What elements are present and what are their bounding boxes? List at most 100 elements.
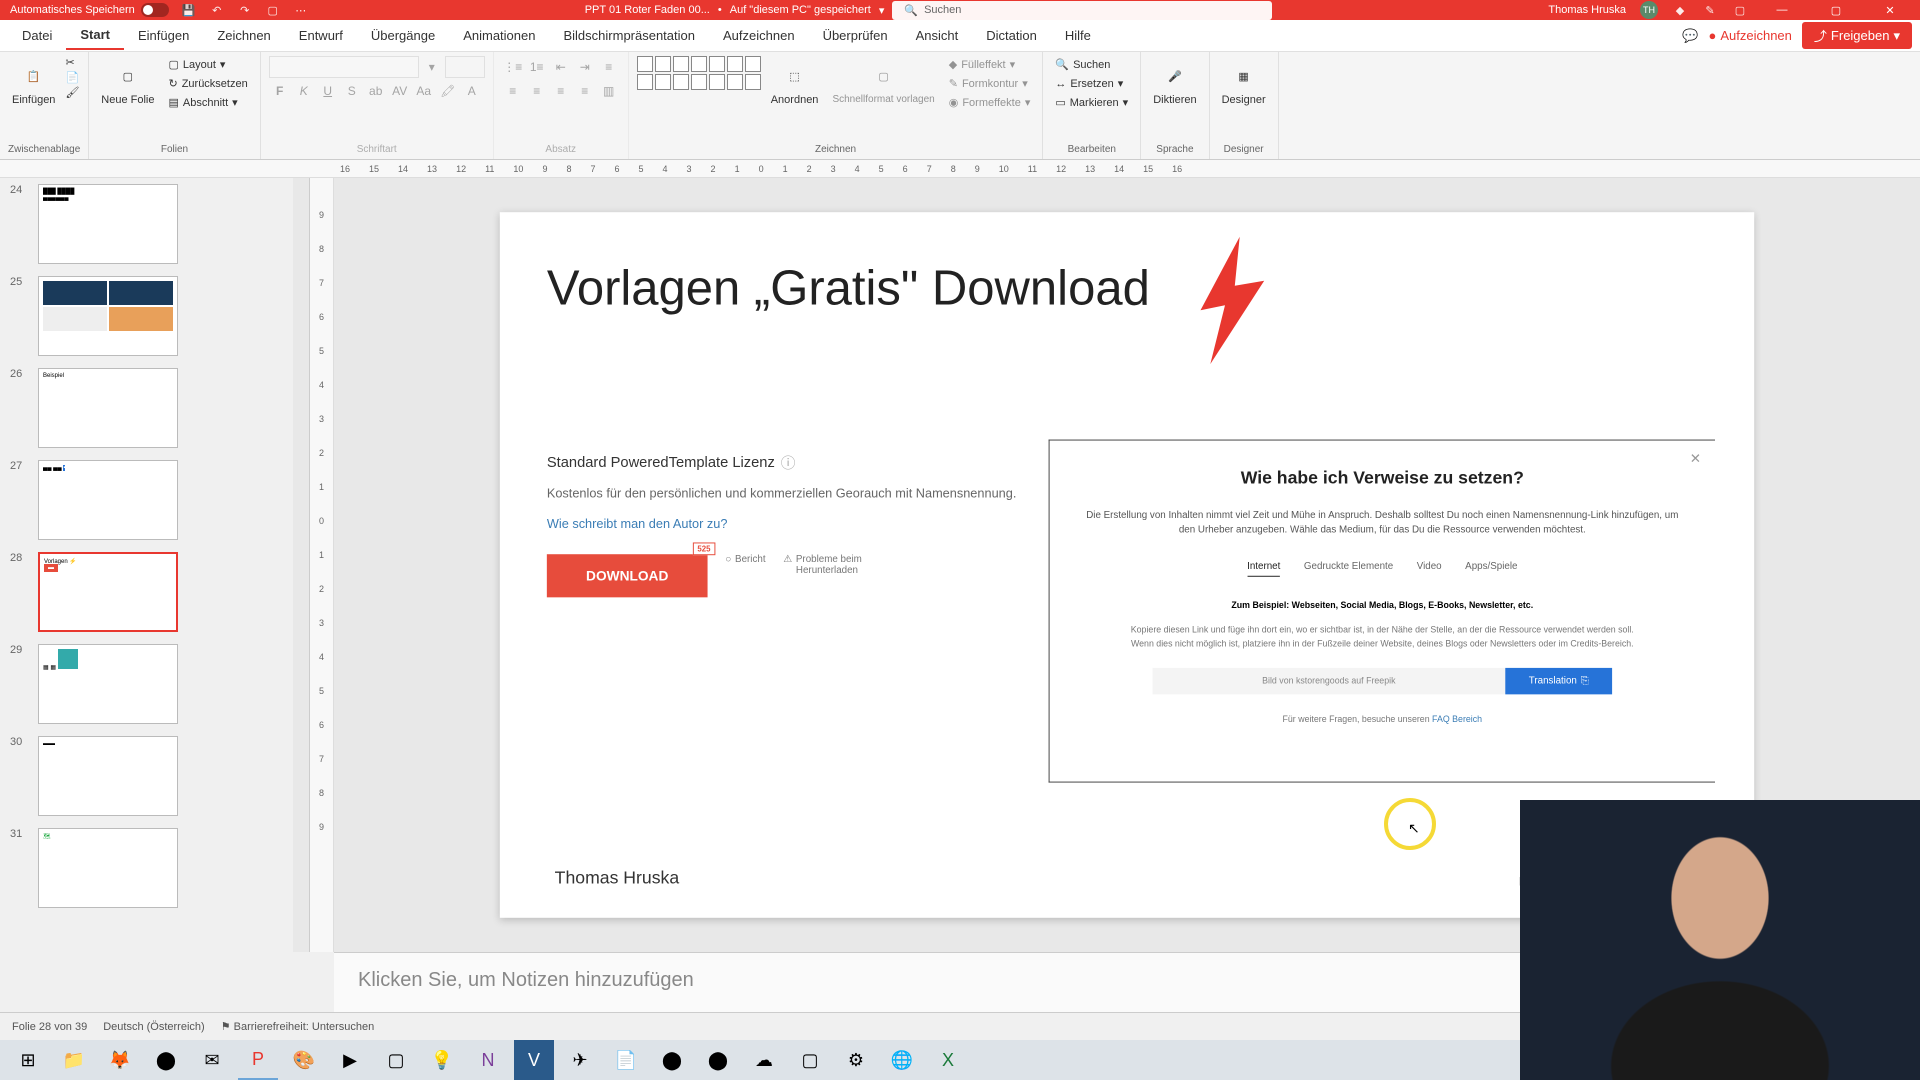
obs-icon[interactable]: ⬤ [652,1040,692,1080]
indent-dec-button[interactable]: ⇤ [550,56,572,78]
thumbnail-scrollbar[interactable] [293,178,309,952]
explorer-icon[interactable]: 📁 [54,1040,94,1080]
layout-button[interactable]: ▢ Layout ▾ [164,56,251,73]
select-button[interactable]: ▭ Markieren ▾ [1051,94,1132,111]
license-link[interactable]: Wie schreibt man den Autor zu? [547,516,1017,531]
fill-button[interactable]: ◆ Fülleffekt ▾ [945,56,1035,73]
slide-thumb-28[interactable]: 28Vorlagen ⚡▬ [0,546,309,638]
dictate-button[interactable]: 🎤 Diktieren [1149,56,1200,110]
paste-button[interactable]: 📋 Einfügen [8,56,59,110]
attribution-panel[interactable]: ✕ Wie habe ich Verweise zu setzen? Die E… [1049,440,1715,783]
columns-button[interactable]: ▥ [598,80,620,102]
tab-bildschirm[interactable]: Bildschirmpräsentation [549,22,709,49]
start-button[interactable]: ⊞ [8,1040,48,1080]
user-avatar[interactable]: TH [1640,1,1658,19]
justify-button[interactable]: ≡ [574,80,596,102]
reset-button[interactable]: ↻ Zurücksetzen [164,75,251,92]
share-button[interactable]: ⤴ Freigeben ▾ [1802,22,1912,49]
quickformat-button[interactable]: ▢ Schnellformat vorlagen [828,56,938,109]
accessibility[interactable]: ⚑ Barrierefreiheit: Untersuchen [221,1020,375,1033]
slide-title[interactable]: Vorlagen „Gratis" Download [547,259,1150,316]
tab-datei[interactable]: Datei [8,22,66,49]
window-icon[interactable]: ▢ [1732,2,1748,18]
effects-button[interactable]: ◉ Formeffekte ▾ [945,94,1035,111]
settings-icon[interactable]: ⚙ [836,1040,876,1080]
tab-hilfe[interactable]: Hilfe [1051,22,1105,49]
tab-animationen[interactable]: Animationen [449,22,549,49]
telegram-icon[interactable]: ✈ [560,1040,600,1080]
underline-button[interactable]: U [317,80,339,102]
new-slide-button[interactable]: ▢ Neue Folie [97,56,158,110]
chrome-icon[interactable]: ⬤ [146,1040,186,1080]
strike-button[interactable]: S [341,80,363,102]
align-center-button[interactable]: ≡ [526,80,548,102]
app-icon-4[interactable]: V [514,1040,554,1080]
tab-ueberpruefen[interactable]: Überprüfen [809,22,902,49]
language[interactable]: Deutsch (Österreich) [103,1021,204,1033]
highlight-button[interactable]: 🖍 [437,80,459,102]
slide-thumb-31[interactable]: 31🗺 [0,822,309,914]
tab-entwurf[interactable]: Entwurf [285,22,357,49]
save-icon[interactable]: 💾 [181,2,197,18]
designer-button[interactable]: ▦ Designer [1218,56,1270,110]
align-right-button[interactable]: ≡ [550,80,572,102]
lightning-bolt-icon[interactable] [1176,232,1284,369]
tab-apps[interactable]: Apps/Spiele [1465,561,1517,577]
section-button[interactable]: ▤ Abschnitt ▾ [164,94,251,111]
bullets-button[interactable]: ⋮≡ [502,56,524,78]
thumbnail-panel[interactable]: 24███ ████▄▄▄▄▄▄ 25 26Beispiel 27▄▄ ▄▄ ▪… [0,178,310,952]
align-left-button[interactable]: ≡ [502,80,524,102]
pencil-icon[interactable]: ✎ [1702,2,1718,18]
powerpoint-icon[interactable]: P [238,1040,278,1080]
font-family-combo[interactable] [269,56,419,78]
tab-einfuegen[interactable]: Einfügen [124,22,203,49]
app-icon-8[interactable]: ▢ [790,1040,830,1080]
record-button[interactable]: ● Aufzeichnen [1708,28,1791,43]
slide-thumb-30[interactable]: 30▬▬ [0,730,309,822]
numbering-button[interactable]: 1≡ [526,56,548,78]
slide-thumb-25[interactable]: 25 [0,270,309,362]
tab-print[interactable]: Gedruckte Elemente [1304,561,1393,577]
maximize-button[interactable]: ▢ [1816,0,1856,20]
slideshow-icon[interactable]: ▢ [265,2,281,18]
excel-icon[interactable]: X [928,1040,968,1080]
cut-icon[interactable]: ✂ [65,56,79,69]
more-icon[interactable]: ⋯ [293,2,309,18]
autosave-toggle[interactable]: Automatisches Speichern [10,3,169,17]
line-spacing-button[interactable]: ≡ [598,56,620,78]
shapes-gallery[interactable] [637,56,761,90]
slide-author[interactable]: Thomas Hruska [555,868,680,889]
download-button[interactable]: DOWNLOAD 525 [547,554,708,597]
indent-inc-button[interactable]: ⇥ [574,56,596,78]
undo-icon[interactable]: ↶ [209,2,225,18]
replace-button[interactable]: ↔ Ersetzen ▾ [1051,75,1132,92]
arrange-button[interactable]: ⬚ Anordnen [767,56,823,110]
attribution-input[interactable]: Bild von kstorengoods auf Freepik [1152,668,1505,694]
comments-icon[interactable]: 💬 [1682,28,1698,44]
app-icon-1[interactable]: 🎨 [284,1040,324,1080]
app-icon-7[interactable]: ☁ [744,1040,784,1080]
panel-close-icon[interactable]: ✕ [1690,450,1701,467]
outlook-icon[interactable]: ✉ [192,1040,232,1080]
slide-thumb-24[interactable]: 24███ ████▄▄▄▄▄▄ [0,178,309,270]
slide-thumb-26[interactable]: 26Beispiel [0,362,309,454]
license-panel[interactable]: Standard PoweredTemplate Lizenz ⓘ Kosten… [547,452,1017,597]
tab-ansicht[interactable]: Ansicht [902,22,973,49]
premium-icon[interactable]: ◆ [1672,2,1688,18]
tab-aufzeichnen[interactable]: Aufzeichnen [709,22,809,49]
tab-zeichnen[interactable]: Zeichnen [203,22,284,49]
shadow-button[interactable]: ab [365,80,387,102]
user-name[interactable]: Thomas Hruska [1548,4,1626,16]
onenote-icon[interactable]: N [468,1040,508,1080]
faq-link[interactable]: FAQ Bereich [1432,714,1482,724]
font-color-button[interactable]: A [461,80,483,102]
italic-button[interactable]: K [293,80,315,102]
case-button[interactable]: Aa [413,80,435,102]
search-input[interactable]: 🔍 Suchen [892,1,1272,20]
tab-video[interactable]: Video [1417,561,1442,577]
slide-thumb-27[interactable]: 27▄▄ ▄▄ ▪ [0,454,309,546]
copy-button[interactable]: Translation ⎘ [1505,668,1612,694]
copy-icon[interactable]: 📄 [65,71,79,84]
tab-uebergaenge[interactable]: Übergänge [357,22,449,49]
report-option[interactable]: ○ Bericht [725,554,765,565]
